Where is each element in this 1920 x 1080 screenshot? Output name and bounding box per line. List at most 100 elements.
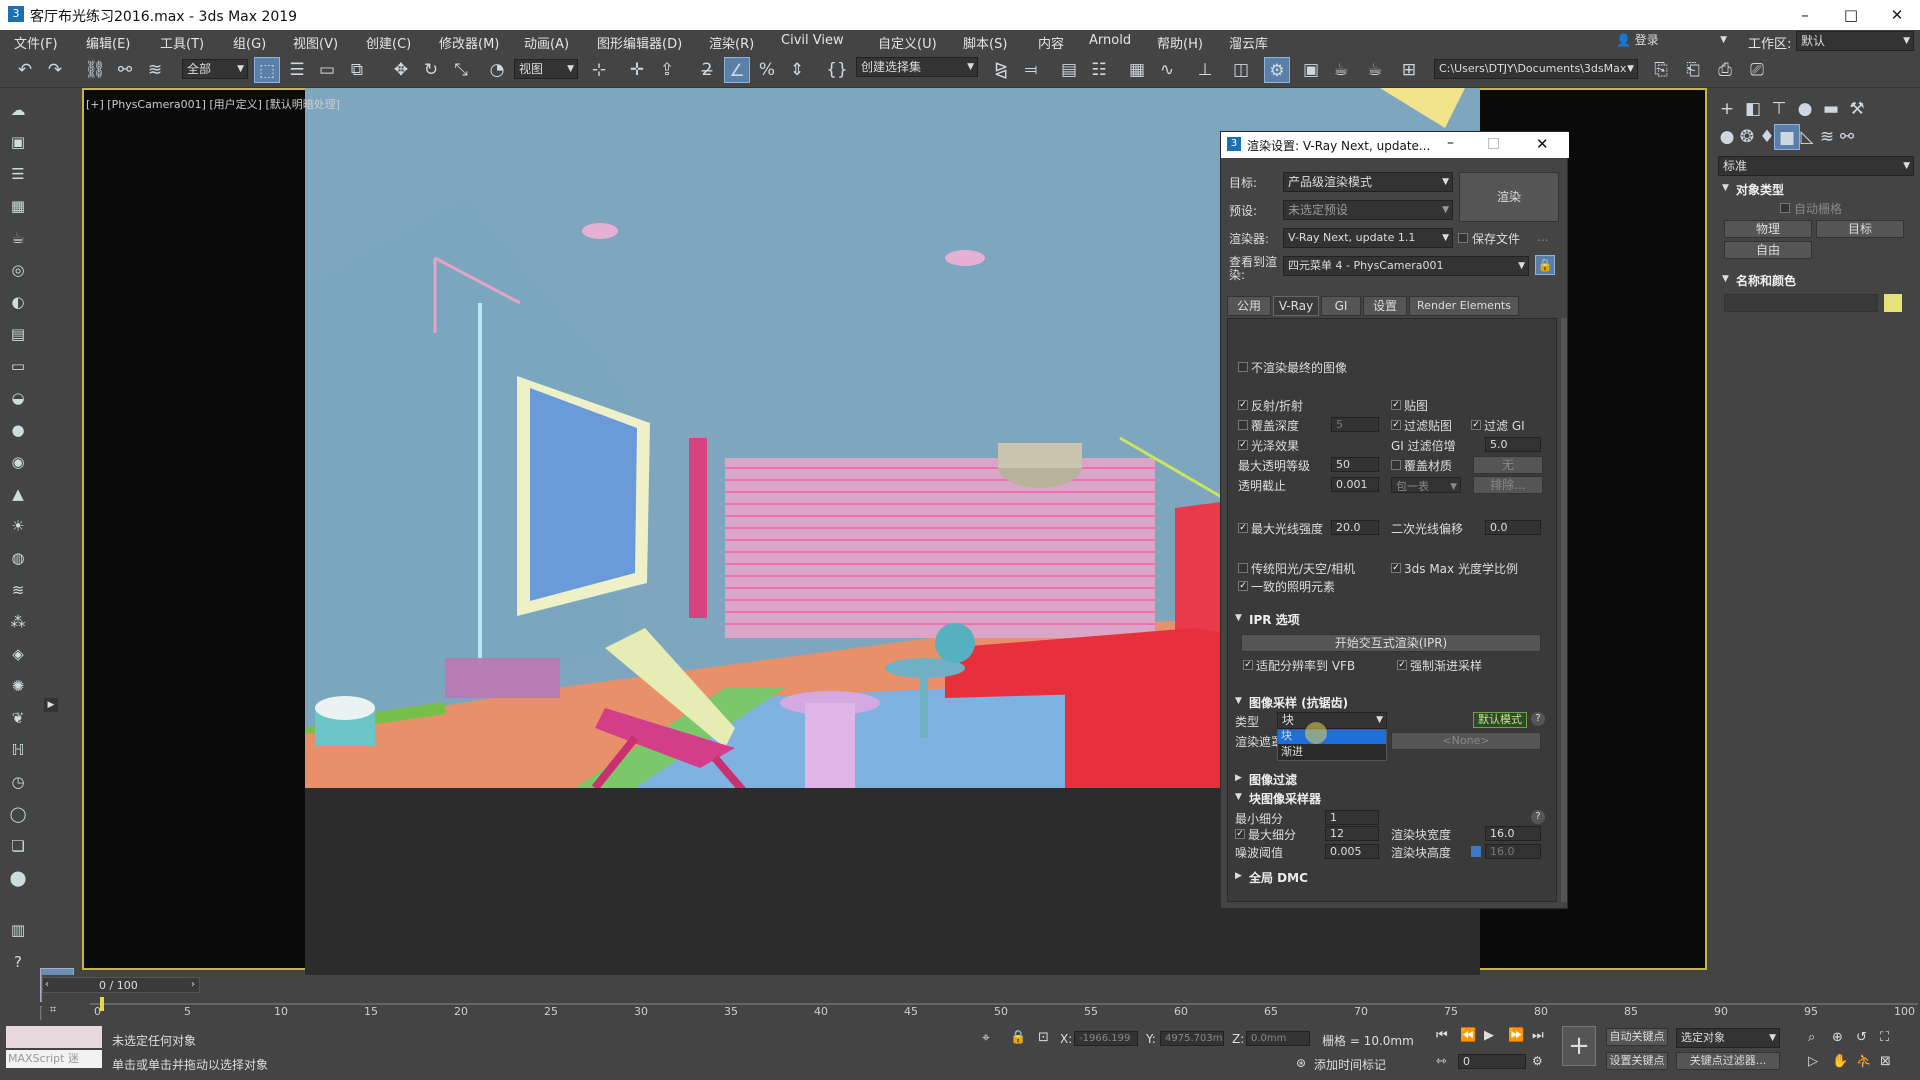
menu-cloud-library[interactable]: 溜云库 [1229, 33, 1268, 52]
preset-dropdown[interactable]: 未选定预设 ▼ [1283, 200, 1453, 220]
curve-editor-icon[interactable]: ∿ [1154, 57, 1180, 83]
next-frame-icon[interactable]: › [191, 979, 195, 990]
popup-option-bucket[interactable]: 块 [1278, 730, 1386, 744]
login-dropdown[interactable]: 👤 登录 ▼ [1612, 31, 1730, 51]
fit-vfb-checkbox[interactable]: ✓ [1243, 660, 1253, 670]
document-icon[interactable]: ▥ [6, 918, 30, 942]
zoom-icon[interactable]: ⌕ [1808, 1030, 1815, 1045]
tab-settings[interactable]: 设置 [1363, 296, 1407, 316]
link-icon[interactable]: ⛓ [82, 57, 108, 83]
maxscript-input[interactable]: MAXScript 迷 [6, 1050, 102, 1068]
lock-ratio-toggle[interactable] [1471, 846, 1481, 857]
create-cloud-icon[interactable]: ☁ [6, 98, 30, 122]
select-by-name-icon[interactable]: ☰ [284, 57, 310, 83]
teapot-icon[interactable]: ☕ [6, 226, 30, 250]
z-coordinate[interactable]: 0.0mm [1246, 1031, 1310, 1046]
force-prog-checkbox[interactable]: ✓ [1397, 660, 1407, 670]
material-editor-icon[interactable]: ◫ [1228, 57, 1254, 83]
expand-arrow-icon[interactable]: ▶ [44, 698, 58, 712]
workspace-icon-1[interactable]: ⎘ [1648, 57, 1674, 83]
dialog-maximize[interactable]: □ [1487, 135, 1500, 151]
view-to-render-dropdown[interactable]: 四元菜单 4 - PhysCamera001 ▼ [1283, 256, 1529, 276]
play-icon[interactable]: ▶ [1484, 1028, 1494, 1043]
max-ray-spinner[interactable]: 20.0 [1331, 520, 1379, 535]
layers-icon[interactable]: ❏ [6, 834, 30, 858]
include-list-dropdown[interactable]: 包一表 ▼ [1391, 477, 1461, 493]
pan-icon[interactable]: ✋ [1832, 1054, 1848, 1069]
named-selection-dropdown[interactable]: 创建选择集 ▼ [856, 57, 978, 77]
global-dmc-expand-icon[interactable]: ▶ [1235, 871, 1242, 881]
bucket-help-icon[interactable]: ? [1531, 810, 1545, 824]
scene-explorer-icon[interactable]: ▤ [1056, 57, 1082, 83]
x-coordinate[interactable]: -1966.199 [1074, 1031, 1138, 1046]
current-frame-field[interactable]: 0 [1458, 1054, 1526, 1069]
ipr-collapse-icon[interactable]: ▼ [1235, 613, 1242, 623]
transp-cutoff-spinner[interactable]: 0.001 [1331, 477, 1379, 492]
systems-icon[interactable]: ⚯ [1834, 124, 1860, 150]
secondary-bias-spinner[interactable]: 0.0 [1485, 520, 1541, 535]
renderer-dropdown[interactable]: V-Ray Next, update 1.1 ▼ [1283, 228, 1453, 248]
bucket-width-spinner[interactable]: 16.0 [1485, 826, 1541, 841]
menu-animation[interactable]: 动画(A) [524, 33, 569, 52]
sampler-type-dropdown[interactable]: 块 ▼ [1277, 712, 1387, 729]
pivot-center-icon[interactable]: ⊹ [586, 57, 612, 83]
close-button[interactable]: ✕ [1874, 0, 1920, 30]
menu-arnold[interactable]: Arnold [1089, 33, 1131, 48]
orbit-icon[interactable]: ↺ [1856, 1030, 1867, 1045]
next-key-icon[interactable]: ⏩ [1508, 1028, 1524, 1043]
tab-gi[interactable]: GI [1321, 296, 1361, 316]
plant-icon[interactable]: ❦ [6, 706, 30, 730]
geosphere-icon[interactable]: ◉ [6, 450, 30, 474]
particles-icon[interactable]: ⁂ [6, 610, 30, 634]
bucket-collapse-icon[interactable]: ▼ [1235, 792, 1242, 802]
menu-scripting[interactable]: 脚本(S) [963, 33, 1007, 52]
render-setup-icon[interactable]: ⚙ [1264, 57, 1290, 83]
walk-icon[interactable]: ⛹ [1856, 1054, 1872, 1069]
rect-selection-icon[interactable]: ▭ [314, 57, 340, 83]
object-icon[interactable]: ⬤ [6, 866, 30, 890]
tab-vray[interactable]: V-Ray [1273, 296, 1319, 316]
menu-content[interactable]: 内容 [1038, 33, 1064, 52]
select-manipulate-icon[interactable]: ✛ [624, 57, 650, 83]
unlink-icon[interactable]: ⚯ [112, 57, 138, 83]
menu-create[interactable]: 创建(C) [366, 33, 411, 52]
target-camera-button[interactable]: 目标 [1816, 220, 1904, 238]
set-key-big-button[interactable]: + [1562, 1026, 1596, 1066]
film-icon[interactable]: ▤ [6, 322, 30, 346]
menu-tools[interactable]: 工具(T) [160, 33, 204, 52]
isolate-icon[interactable]: ⌖ [982, 1030, 990, 1046]
orb-icon[interactable]: ◯ [6, 802, 30, 826]
tab-common[interactable]: 公用 [1227, 296, 1271, 316]
rendered-frame-icon[interactable]: ▣ [1298, 57, 1324, 83]
hierarchy-panel-icon[interactable]: ⊤ [1766, 96, 1792, 122]
rotate-icon[interactable]: ↻ [418, 57, 444, 83]
filter-gi-checkbox[interactable]: ✓ [1471, 420, 1481, 430]
image-sampler-header[interactable]: 图像采样 (抗锯齿) [1249, 694, 1348, 711]
add-time-tag[interactable]: 添加时间标记 [1314, 1056, 1386, 1073]
bind-spacewarp-icon[interactable]: ≋ [142, 57, 168, 83]
menu-customize[interactable]: 自定义(U) [878, 33, 937, 52]
max-transp-spinner[interactable]: 50 [1331, 457, 1379, 472]
max-subdiv-spinner[interactable]: 12 [1325, 826, 1379, 841]
gi-filter-mult-spinner[interactable]: 5.0 [1485, 437, 1541, 452]
workspace-dropdown[interactable]: 默认 ▼ [1796, 31, 1914, 51]
light-icon[interactable]: ◐ [6, 290, 30, 314]
tab-render-elements[interactable]: Render Elements [1409, 296, 1519, 316]
override-depth-checkbox[interactable] [1238, 420, 1248, 430]
move-icon[interactable]: ✥ [388, 57, 414, 83]
workspace-icon-2[interactable]: ⎗ [1680, 57, 1706, 83]
y-coordinate[interactable]: 4975.703m [1160, 1031, 1224, 1046]
max-subdiv-checkbox[interactable]: ✓ [1235, 829, 1245, 839]
default-mode-button[interactable]: 默认模式 [1473, 712, 1527, 728]
image-sampler-collapse-icon[interactable]: ▼ [1235, 696, 1242, 706]
min-subdiv-spinner[interactable]: 1 [1325, 810, 1379, 825]
maximize-viewport-icon[interactable]: ⛶ [1880, 1030, 1889, 1045]
select-object-icon[interactable]: ⬚ [254, 57, 280, 83]
fur-icon[interactable]: ≋ [6, 578, 30, 602]
selection-filter-dropdown[interactable]: 全部 ▼ [182, 59, 248, 79]
popup-option-progressive[interactable]: 渐进 [1278, 745, 1386, 760]
menu-rendering[interactable]: 渲染(R) [709, 33, 754, 52]
menu-group[interactable]: 组(G) [233, 33, 266, 52]
workspace-icon-3[interactable]: ⎙ [1712, 57, 1738, 83]
override-mtl-checkbox[interactable] [1391, 460, 1401, 470]
